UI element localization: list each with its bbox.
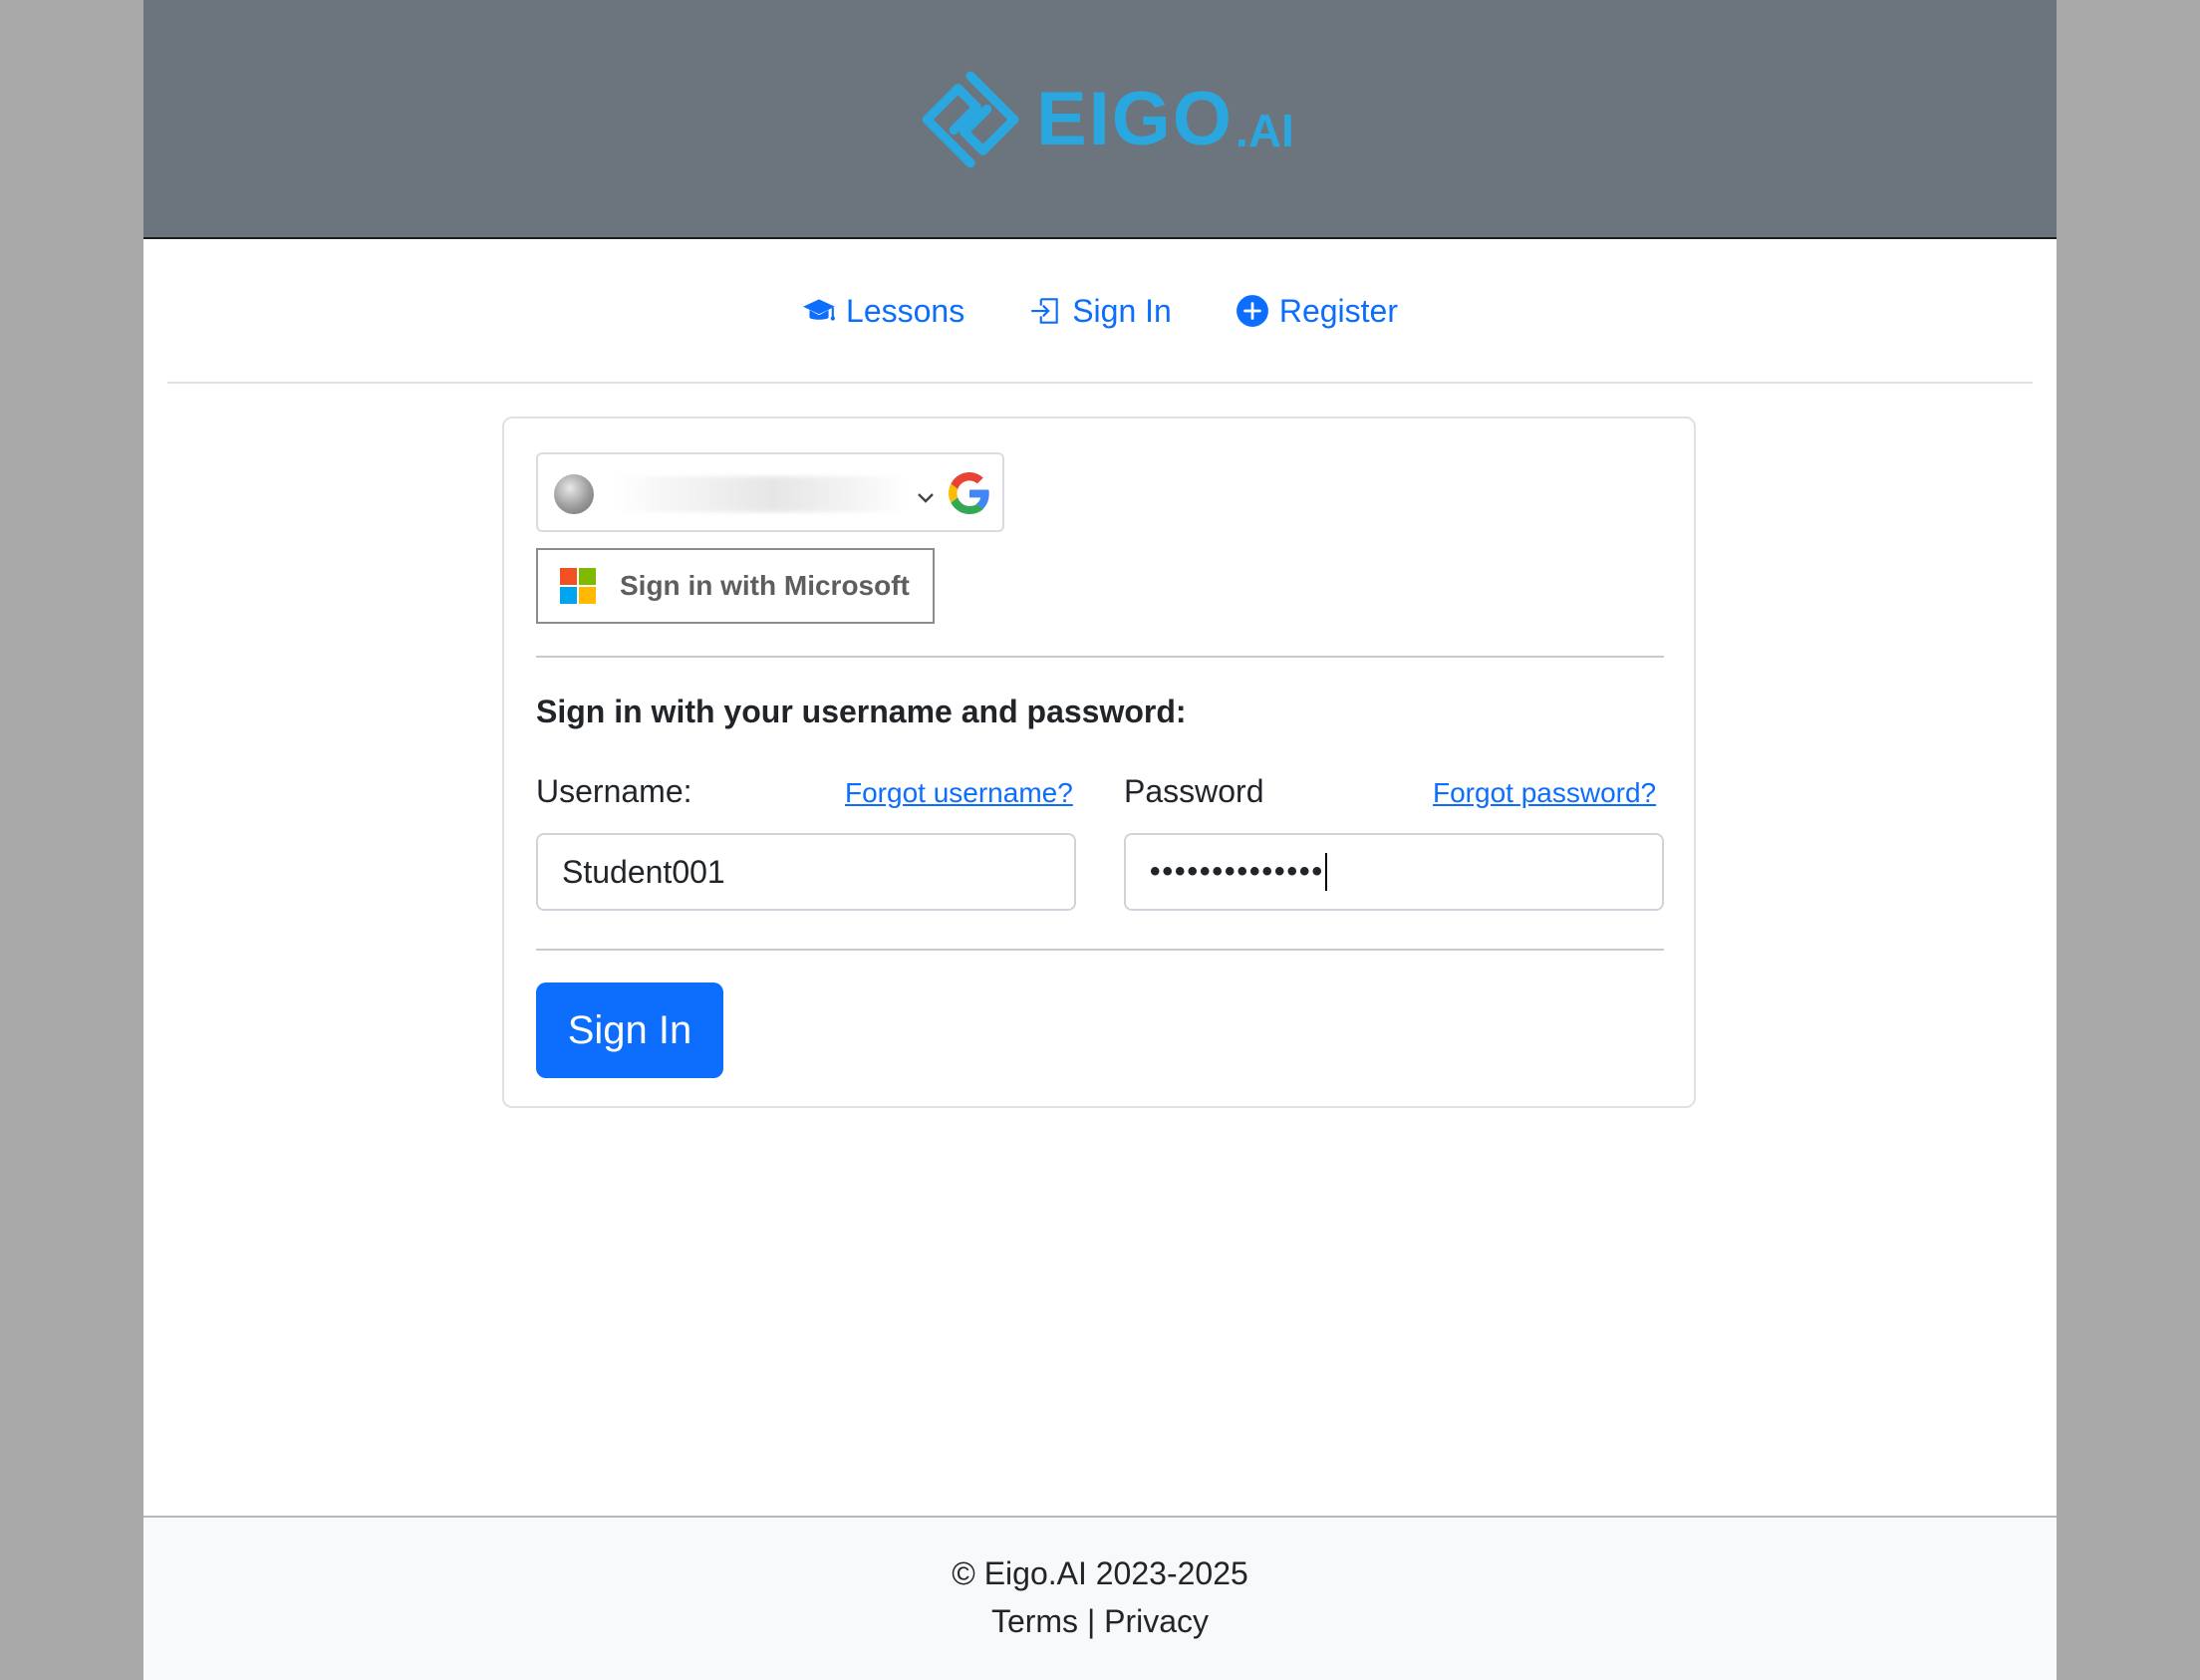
forgot-username-link[interactable]: Forgot username? xyxy=(845,777,1073,809)
nav-lessons-label: Lessons xyxy=(846,292,965,329)
brand-logo[interactable]: EIGO .AI xyxy=(919,68,1294,171)
divider xyxy=(536,656,1664,658)
sign-in-icon xyxy=(1031,298,1058,324)
site-header: EIGO .AI xyxy=(143,0,2057,239)
page: EIGO .AI Lessons Sign In Register Sign i… xyxy=(143,0,2057,1680)
terms-link[interactable]: Terms xyxy=(991,1603,1078,1639)
username-input[interactable]: Student001 xyxy=(536,833,1076,911)
plus-circle-icon xyxy=(1236,295,1268,327)
microsoft-logo-icon xyxy=(560,568,596,604)
nav-sign-in[interactable]: Sign In xyxy=(1028,293,1172,330)
site-footer: © Eigo.AI 2023-2025 Terms | Privacy xyxy=(143,1516,2057,1680)
graduation-cap-icon xyxy=(803,299,835,321)
sign-in-button[interactable]: Sign In xyxy=(536,982,723,1078)
eigo-logo-icon xyxy=(922,71,1019,168)
nav-register[interactable]: Register xyxy=(1236,293,1398,330)
microsoft-signin-button[interactable]: Sign in with Microsoft xyxy=(536,548,935,624)
username-value: Student001 xyxy=(562,853,725,890)
nav-sign-in-label: Sign In xyxy=(1072,292,1172,329)
password-label: Password xyxy=(1124,773,1264,809)
microsoft-signin-label: Sign in with Microsoft xyxy=(620,570,910,601)
google-signin-button[interactable] xyxy=(536,452,1004,532)
password-masked-value: •••••••••••••• xyxy=(1150,855,1325,888)
brand-suffix: .AI xyxy=(1236,105,1294,156)
password-input[interactable]: •••••••••••••• xyxy=(1124,833,1664,911)
account-name-redacted xyxy=(610,476,909,512)
form-title: Sign in with your username and password: xyxy=(536,694,1187,729)
text-caret xyxy=(1325,853,1328,891)
footer-separator: | xyxy=(1086,1603,1096,1639)
google-g-icon xyxy=(949,472,989,514)
footer-links: Terms | Privacy xyxy=(143,1603,2057,1640)
nav-register-label: Register xyxy=(1278,292,1398,329)
divider xyxy=(536,949,1664,951)
brand-wordmark: EIGO .AI xyxy=(1036,82,1294,157)
nav-divider xyxy=(167,382,2033,384)
brand-name: EIGO xyxy=(1036,77,1235,161)
account-avatar xyxy=(554,474,594,514)
username-label: Username: xyxy=(536,773,692,809)
main-nav: Lessons Sign In Register xyxy=(143,239,2057,383)
signin-card: Sign in with Microsoft Sign in with your… xyxy=(502,417,1696,1108)
forgot-password-link[interactable]: Forgot password? xyxy=(1433,777,1656,809)
nav-lessons[interactable]: Lessons xyxy=(802,293,964,330)
copyright-text: © Eigo.AI 2023-2025 xyxy=(952,1555,1248,1591)
privacy-link[interactable]: Privacy xyxy=(1104,1603,1209,1639)
chevron-down-icon xyxy=(918,493,934,503)
